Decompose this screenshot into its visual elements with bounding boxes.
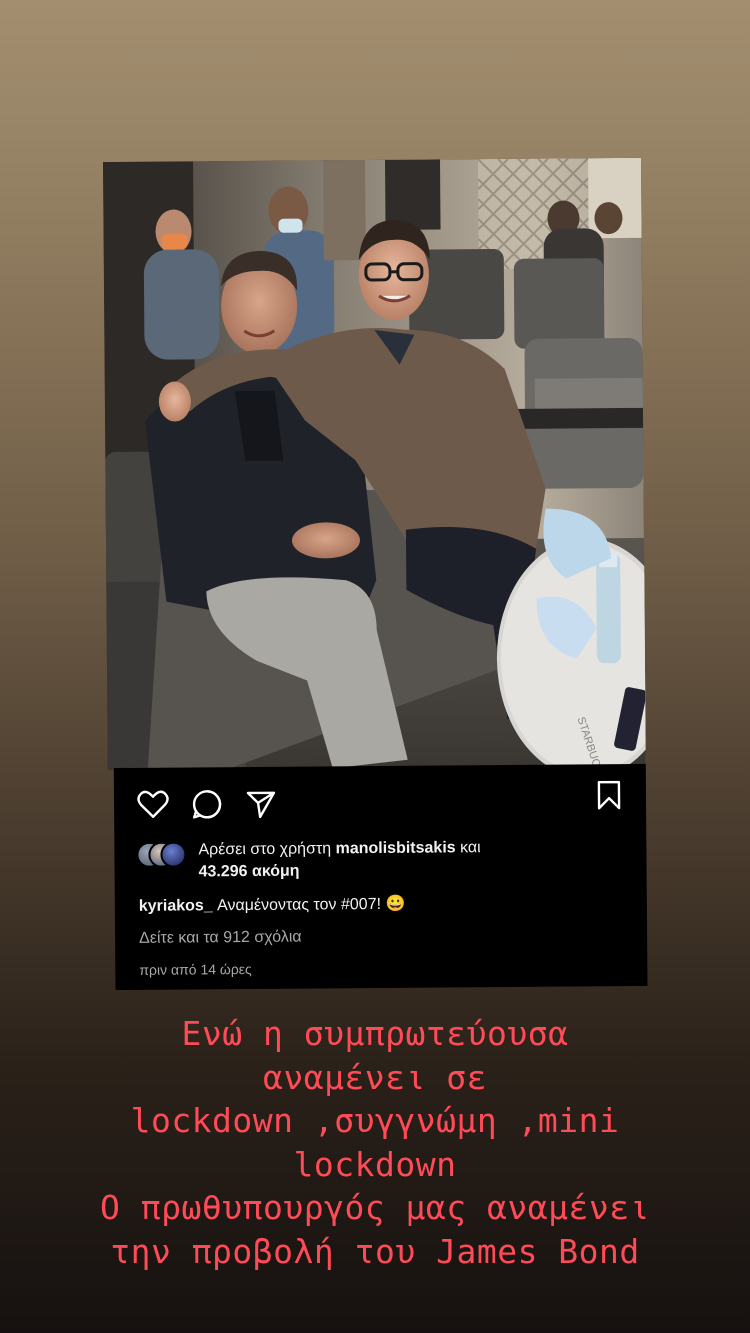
story-text-line: lockdown xyxy=(293,1144,457,1184)
caption-text: Αναμένοντας τον #007! 😀 xyxy=(212,895,406,915)
instagram-post-screenshot: STARBUCKS Αρέσει στο χρήστη manolisbitsa… xyxy=(103,157,648,991)
story-text-line: lockdown ,συγγνώμη ,mini xyxy=(130,1101,620,1140)
author-link[interactable]: kyriakos_ xyxy=(139,897,213,915)
heart-icon[interactable] xyxy=(136,788,170,822)
liked-by-suffix: και xyxy=(455,839,481,857)
liked-by-user-link[interactable]: manolisbitsakis xyxy=(336,839,456,857)
story-text-line: την προβολή του James Bond xyxy=(110,1231,640,1271)
likes-text: Αρέσει στο χρήστη manolisbitsakis και 43… xyxy=(198,837,481,883)
story-text-line: Ο πρωθυπουργός μας αναμένει xyxy=(100,1188,650,1227)
story-text-line: αναμένει σε xyxy=(262,1057,488,1097)
photo-illustration: STARBUCKS xyxy=(103,157,646,771)
view-comments-link[interactable]: Δείτε και τα 912 σχόλια xyxy=(139,929,302,948)
post-caption: kyriakos_ Αναμένοντας τον #007! 😀 xyxy=(139,894,406,916)
likes-summary: Αρέσει στο χρήστη manolisbitsakis και 43… xyxy=(136,837,481,884)
post-panel: Αρέσει στο χρήστη manolisbitsakis και 43… xyxy=(113,763,648,991)
post-photo: STARBUCKS xyxy=(103,157,646,771)
share-icon[interactable] xyxy=(244,787,278,821)
avatar xyxy=(160,841,187,868)
comment-icon[interactable] xyxy=(190,787,224,821)
likes-count-link[interactable]: 43.296 ακόμη xyxy=(199,863,300,881)
story-text-line: Ενώ η συμπρωτεύουσα xyxy=(181,1014,569,1053)
post-actions xyxy=(136,787,278,822)
liker-avatars xyxy=(136,841,198,868)
post-timestamp: πριν από 14 ώρες xyxy=(139,960,252,978)
story-text: Ενώ η συμπρωτεύουσα αναμένει σε lockdown… xyxy=(0,1012,750,1273)
bookmark-icon[interactable] xyxy=(592,778,626,812)
liked-by-prefix: Αρέσει στο χρήστη xyxy=(198,840,336,859)
